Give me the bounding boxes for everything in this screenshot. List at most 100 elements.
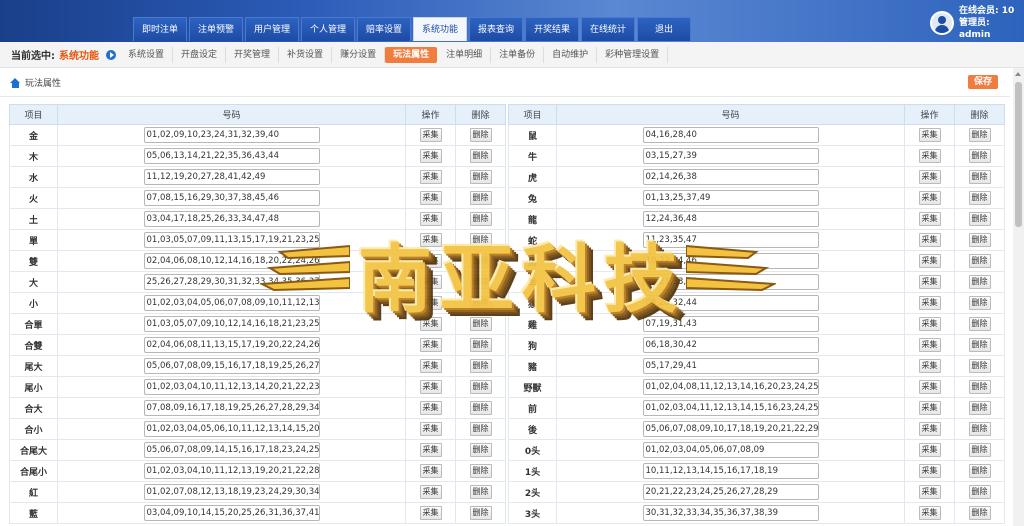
collect-button[interactable]: 采集	[419, 380, 442, 394]
codes-input[interactable]: 11,12,19,20,27,28,41,42,49	[143, 169, 320, 185]
delete-button[interactable]: 删除	[968, 443, 991, 457]
sub-nav-item[interactable]: 补货设置	[279, 46, 333, 63]
collect-button[interactable]: 采集	[918, 275, 941, 289]
codes-input[interactable]: 01,02,03,04,10,11,12,13,14,20,21,22,23,2…	[143, 379, 320, 395]
codes-input[interactable]: 02,14,26,38	[642, 169, 819, 185]
nav-tab[interactable]: 个人管理	[301, 17, 355, 41]
sub-nav-item[interactable]: 开奖管理	[226, 46, 280, 63]
delete-button[interactable]: 删除	[469, 506, 492, 520]
collect-button[interactable]: 采集	[918, 359, 941, 373]
delete-button[interactable]: 删除	[469, 485, 492, 499]
sub-nav-item[interactable]: 玩法属性	[385, 46, 438, 63]
collect-button[interactable]: 采集	[918, 485, 941, 499]
codes-input[interactable]: 02,04,06,08,11,13,15,17,19,20,22,24,26,2…	[143, 337, 320, 353]
delete-button[interactable]: 删除	[968, 338, 991, 352]
collect-button[interactable]: 采集	[419, 170, 442, 184]
save-button[interactable]: 保存	[968, 75, 998, 89]
nav-tab[interactable]: 赔率设置	[357, 17, 411, 41]
codes-input[interactable]: 01,02,04,08,11,12,13,14,16,20,23,24,25,2…	[642, 379, 819, 395]
codes-input[interactable]: 01,02,09,10,23,24,31,32,39,40	[143, 127, 320, 143]
nav-tab[interactable]: 注单预警	[189, 17, 243, 41]
delete-button[interactable]: 删除	[469, 338, 492, 352]
collect-button[interactable]: 采集	[918, 212, 941, 226]
codes-input[interactable]: 05,06,07,08,09,15,16,17,18,19,25,26,27,2…	[143, 358, 320, 374]
delete-button[interactable]: 删除	[469, 170, 492, 184]
collect-button[interactable]: 采集	[419, 359, 442, 373]
page-scrollbar[interactable]	[1013, 68, 1024, 526]
collect-button[interactable]: 采集	[918, 506, 941, 520]
codes-input[interactable]: 05,06,13,14,21,22,35,36,43,44	[143, 148, 320, 164]
home-icon[interactable]	[10, 77, 21, 88]
sub-nav-item[interactable]: 自动维护	[544, 46, 598, 63]
collect-button[interactable]: 采集	[918, 254, 941, 268]
delete-button[interactable]: 删除	[968, 506, 991, 520]
nav-tab[interactable]: 即时注单	[133, 17, 187, 41]
collect-button[interactable]: 采集	[419, 506, 442, 520]
delete-button[interactable]: 删除	[968, 170, 991, 184]
delete-button[interactable]: 删除	[968, 401, 991, 415]
delete-button[interactable]: 删除	[968, 233, 991, 247]
collect-button[interactable]: 采集	[918, 401, 941, 415]
delete-button[interactable]: 删除	[469, 380, 492, 394]
codes-input[interactable]: 20,21,22,23,24,25,26,27,28,29	[642, 484, 819, 500]
codes-input[interactable]: 05,06,07,08,09,10,17,18,19,20,21,22,29,3…	[642, 421, 819, 437]
delete-button[interactable]: 删除	[968, 422, 991, 436]
collect-button[interactable]: 采集	[419, 191, 442, 205]
collect-button[interactable]: 采集	[918, 149, 941, 163]
collect-button[interactable]: 采集	[918, 296, 941, 310]
nav-tab[interactable]: 退出	[637, 17, 691, 41]
collect-button[interactable]: 采集	[918, 191, 941, 205]
codes-input[interactable]: 07,08,15,16,29,30,37,38,45,46	[143, 190, 320, 206]
delete-button[interactable]: 删除	[968, 485, 991, 499]
codes-input[interactable]: 05,17,29,41	[642, 358, 819, 374]
delete-button[interactable]: 删除	[968, 212, 991, 226]
collect-button[interactable]: 采集	[419, 485, 442, 499]
sub-nav-item[interactable]: 彩种管理设置	[597, 46, 669, 63]
collect-button[interactable]: 采集	[918, 422, 941, 436]
collect-button[interactable]: 采集	[918, 443, 941, 457]
collect-button[interactable]: 采集	[419, 338, 442, 352]
codes-input[interactable]: 04,16,28,40	[642, 127, 819, 143]
delete-button[interactable]: 删除	[968, 149, 991, 163]
collect-button[interactable]: 采集	[419, 422, 442, 436]
delete-button[interactable]: 删除	[968, 464, 991, 478]
scroll-thumb[interactable]	[1015, 82, 1022, 227]
collect-button[interactable]: 采集	[918, 317, 941, 331]
codes-input[interactable]: 10,11,12,13,14,15,16,17,18,19	[642, 463, 819, 479]
delete-button[interactable]: 删除	[469, 464, 492, 478]
collect-button[interactable]: 采集	[918, 170, 941, 184]
codes-input[interactable]: 01,02,03,04,10,11,12,13,19,20,21,22,28,2…	[143, 463, 320, 479]
collect-button[interactable]: 采集	[918, 338, 941, 352]
codes-input[interactable]: 06,18,30,42	[642, 337, 819, 353]
sub-nav-item[interactable]: 注单明细	[438, 46, 492, 63]
nav-tab[interactable]: 系统功能	[413, 17, 467, 41]
codes-input[interactable]: 30,31,32,33,34,35,36,37,38,39	[642, 505, 819, 521]
delete-button[interactable]: 删除	[469, 359, 492, 373]
delete-button[interactable]: 删除	[469, 128, 492, 142]
delete-button[interactable]: 删除	[968, 254, 991, 268]
sub-nav-item[interactable]: 注单备份	[491, 46, 545, 63]
sub-nav-item[interactable]: 赚分设置	[332, 46, 386, 63]
collect-button[interactable]: 采集	[419, 443, 442, 457]
nav-tab[interactable]: 用户管理	[245, 17, 299, 41]
collect-button[interactable]: 采集	[419, 401, 442, 415]
collect-button[interactable]: 采集	[918, 380, 941, 394]
scroll-up-arrow-icon[interactable]	[1015, 72, 1021, 76]
codes-input[interactable]: 01,02,03,04,05,06,07,08,09	[642, 442, 819, 458]
codes-input[interactable]: 05,06,07,08,09,14,15,16,17,18,23,24,25,2…	[143, 442, 320, 458]
collect-button[interactable]: 采集	[918, 464, 941, 478]
delete-button[interactable]: 删除	[469, 149, 492, 163]
delete-button[interactable]: 删除	[968, 317, 991, 331]
delete-button[interactable]: 删除	[968, 359, 991, 373]
collect-button[interactable]: 采集	[419, 128, 442, 142]
codes-input[interactable]: 01,02,03,04,11,12,13,14,15,16,23,24,25,2…	[642, 400, 819, 416]
codes-input[interactable]: 01,02,07,08,12,13,18,19,23,24,29,30,34,3…	[143, 484, 320, 500]
delete-button[interactable]: 删除	[968, 380, 991, 394]
delete-button[interactable]: 删除	[469, 191, 492, 205]
delete-button[interactable]: 删除	[968, 128, 991, 142]
delete-button[interactable]: 删除	[469, 422, 492, 436]
codes-input[interactable]: 03,04,09,10,14,15,20,25,26,31,36,37,41,4…	[143, 505, 320, 521]
collect-button[interactable]: 采集	[918, 233, 941, 247]
codes-input[interactable]: 03,15,27,39	[642, 148, 819, 164]
sub-nav-item[interactable]: 开盘设定	[173, 46, 227, 63]
